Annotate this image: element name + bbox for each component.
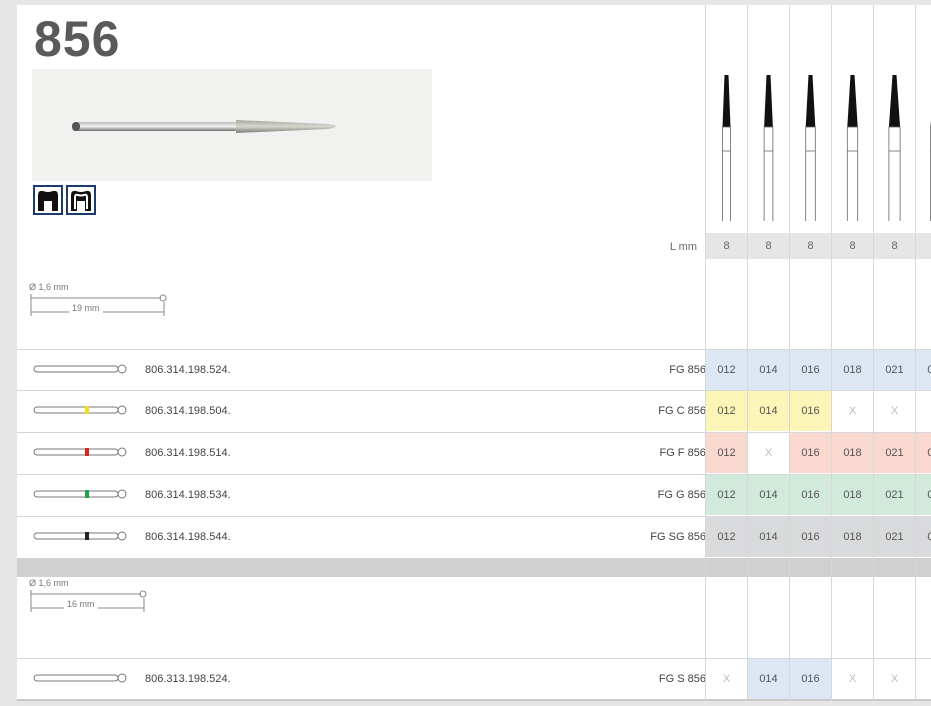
catalog-sheet: 856 Ø 1,6 mm 19 mm L mm 806.314.198.524.… — [17, 5, 931, 701]
size-cell[interactable]: 016 — [790, 390, 831, 431]
length-value: 8 — [706, 233, 747, 259]
bur-shape-icon — [33, 489, 127, 499]
row-code: FG G 856. — [657, 489, 709, 501]
page-title: 856 — [34, 11, 121, 67]
size-cell[interactable]: 018 — [832, 516, 873, 557]
bur-silhouette-icon — [722, 75, 731, 221]
row-code: FG 856. — [669, 364, 709, 376]
row-code: FG C 856. — [658, 405, 709, 417]
size-cell[interactable]: 021 — [874, 349, 915, 390]
bur-shape-icon — [33, 364, 127, 374]
size-cell[interactable]: 014 — [748, 658, 789, 699]
size-cell[interactable]: 016 — [790, 349, 831, 390]
size-column: 8 018 X 018 018 018 X — [831, 5, 873, 701]
bur-silhouette-icon — [888, 75, 901, 221]
size-cell[interactable]: 014 — [748, 390, 789, 431]
bur-silhouette-icon — [805, 75, 816, 221]
size-cell[interactable]: 012 — [706, 516, 747, 557]
row-ref: 806.314.198.544. — [145, 531, 231, 543]
size-column: 8021X021021021X — [873, 5, 915, 701]
size-cell[interactable]: 021 — [916, 349, 931, 390]
size-cell: X — [832, 390, 873, 431]
row-code: FG F 856. — [659, 447, 709, 459]
row-ref: 806.314.198.534. — [145, 489, 231, 501]
size-cell[interactable]: 018 — [832, 349, 873, 390]
size-cell: X — [832, 658, 873, 699]
size-cell[interactable]: 021 — [916, 516, 931, 557]
bur-shape-icon — [33, 673, 127, 683]
size-cell[interactable]: 016 — [790, 516, 831, 557]
length-value: 8 — [790, 233, 831, 259]
size-column: 8021X021021021X — [915, 5, 931, 701]
size-cell: X — [706, 658, 747, 699]
bur-silhouette-icon — [763, 75, 774, 221]
size-cell[interactable]: 016 — [790, 658, 831, 699]
row-ref: 806.314.198.504. — [145, 405, 231, 417]
tooth-crown-icon — [66, 185, 96, 215]
diameter-label: Ø 1,6 mm — [29, 578, 69, 588]
size-cell[interactable]: 021 — [874, 516, 915, 557]
size-cell[interactable]: 021 — [874, 474, 915, 515]
length-unit-label: L mm — [669, 241, 697, 253]
size-cell[interactable]: 016 — [790, 432, 831, 473]
bur-silhouette-icon — [930, 120, 931, 221]
size-cell[interactable]: 014 — [748, 474, 789, 515]
bur-photo — [32, 69, 432, 181]
size-cell[interactable]: 018 — [832, 474, 873, 515]
dimension-top: Ø 1,6 mm 19 mm — [29, 282, 169, 318]
bur-silhouette-icon — [846, 75, 859, 221]
bur-shape-icon — [33, 531, 127, 541]
size-cell[interactable]: 021 — [916, 432, 931, 473]
row-ref: 806.314.198.514. — [145, 447, 231, 459]
size-cell[interactable]: 014 — [748, 349, 789, 390]
indication-icons — [33, 185, 96, 215]
dimension-bottom: Ø 1,6 mm 16 mm — [29, 578, 149, 614]
length-value: 8 — [832, 233, 873, 259]
size-cell[interactable]: 016 — [790, 474, 831, 515]
size-cell[interactable]: 018 — [832, 432, 873, 473]
size-cell[interactable]: 012 — [706, 474, 747, 515]
bur-shape-icon — [33, 447, 127, 457]
row-ref: 806.313.198.524. — [145, 673, 231, 685]
bur-shape-icon — [33, 405, 127, 415]
crown-prep-icon — [33, 185, 63, 215]
size-column: 8 016 016 016 016 016 016 — [789, 5, 831, 701]
size-cell[interactable]: 012 — [706, 349, 747, 390]
size-cell: X — [874, 390, 915, 431]
diameter-label: Ø 1,6 mm — [29, 282, 69, 292]
size-cell[interactable]: 012 — [706, 390, 747, 431]
size-cell: X — [874, 658, 915, 699]
length-label: 16 mm — [64, 599, 98, 609]
length-value: 8 — [748, 233, 789, 259]
size-cell: X — [748, 432, 789, 473]
size-cell[interactable]: 012 — [706, 432, 747, 473]
size-cell[interactable]: 021 — [874, 432, 915, 473]
size-cell[interactable]: 021 — [916, 474, 931, 515]
size-column: 8 012 012 012 012 012 X — [705, 5, 747, 701]
size-cell[interactable]: 014 — [748, 516, 789, 557]
row-ref: 806.314.198.524. — [145, 364, 231, 376]
length-label: 19 mm — [69, 303, 103, 313]
length-value: 8 — [874, 233, 915, 259]
size-cell: X — [916, 390, 931, 431]
row-code: FG S 856. — [658, 673, 709, 685]
size-cell: X — [916, 658, 931, 699]
row-code: FG SG 856. — [650, 531, 709, 543]
size-column: 8 014 014 X 014 014 014 — [747, 5, 789, 701]
length-value: 8 — [916, 233, 931, 259]
